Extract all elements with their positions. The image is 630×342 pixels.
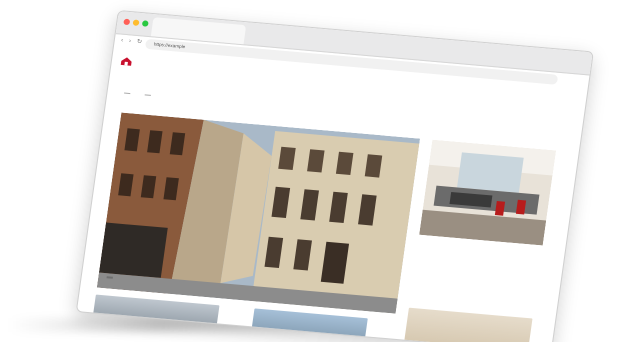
listing-card-image[interactable] [419, 139, 557, 246]
main-menu [537, 108, 574, 111]
listing-thumb-1[interactable] [93, 294, 220, 326]
hero-caption [106, 276, 113, 279]
window-controls [123, 18, 149, 27]
home-logo-icon[interactable] [120, 56, 134, 67]
filter-bar [124, 90, 152, 96]
page-content [77, 49, 587, 342]
street-buildings-image [96, 112, 421, 314]
filter-2[interactable] [144, 92, 152, 96]
listing-thumb-3[interactable] [404, 307, 533, 342]
minimize-window-icon[interactable] [132, 19, 140, 26]
interior-image [419, 139, 557, 246]
maximize-window-icon[interactable] [141, 20, 149, 27]
listing-thumb-2[interactable] [251, 308, 368, 339]
browser-window: ‹ › ↻ https://example [75, 10, 594, 342]
close-window-icon[interactable] [123, 18, 131, 26]
featured-listing-image[interactable] [96, 112, 421, 314]
scene: ‹ › ↻ https://example [0, 0, 630, 342]
nav-icons[interactable]: ‹ › ↻ [121, 37, 145, 46]
filter-1[interactable] [124, 90, 131, 95]
